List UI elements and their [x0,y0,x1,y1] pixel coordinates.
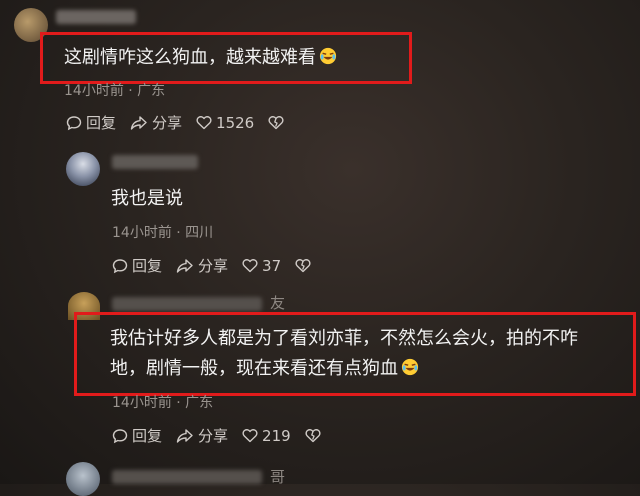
comment-meta: 14小时前 · 广东 [112,395,214,411]
avatar[interactable] [66,152,100,186]
username-blurred[interactable] [112,470,262,484]
share-button[interactable]: 分享 [176,425,228,446]
comment-text: 我估计好多人都是为了看刘亦菲，不然怎么会火，拍的不咋 地，剧情一般，现在来看还有… [110,324,578,386]
dislike-button[interactable] [295,258,315,273]
reply-bubble-icon [112,258,128,273]
laughing-crying-emoji-icon [401,356,419,386]
comment-meta: 14小时前 · 广东 [64,83,166,99]
broken-heart-icon [295,259,311,273]
comment-text: 这剧情咋这么狗血，越来越难看 [64,43,337,75]
comment-text: 我也是说 [111,188,183,209]
like-button[interactable]: 219 [242,427,291,445]
like-button[interactable]: 1526 [196,114,254,132]
reply-button[interactable]: 回复 [112,425,162,446]
avatar[interactable] [66,462,100,496]
username-blurred[interactable] [56,10,136,24]
comment-meta: 14小时前 · 四川 [112,225,214,241]
share-button[interactable]: 分享 [130,112,182,133]
reply-bubble-icon [112,428,128,443]
broken-heart-icon [268,116,284,130]
heart-icon [242,429,258,443]
share-button[interactable]: 分享 [176,255,228,276]
dislike-button[interactable] [305,428,325,443]
heart-icon [242,259,258,273]
reply-button[interactable]: 回复 [112,255,162,276]
share-arrow-icon [130,115,147,130]
comment-actions: 回复 分享 37 [112,255,329,276]
username-partial: 友 [270,294,286,312]
share-arrow-icon [176,258,193,273]
like-button[interactable]: 37 [242,257,281,275]
share-arrow-icon [176,428,193,443]
comment-actions: 回复 分享 219 [112,425,339,446]
reply-button[interactable]: 回复 [66,112,116,133]
username-blurred[interactable] [112,155,198,169]
laughing-crying-emoji-icon [319,45,337,75]
username-blurred[interactable] [112,297,262,311]
heart-icon [196,116,212,130]
comment-actions: 回复 分享 1526 [66,112,302,133]
dislike-button[interactable] [268,115,288,130]
reply-bubble-icon [66,115,82,130]
broken-heart-icon [305,429,321,443]
